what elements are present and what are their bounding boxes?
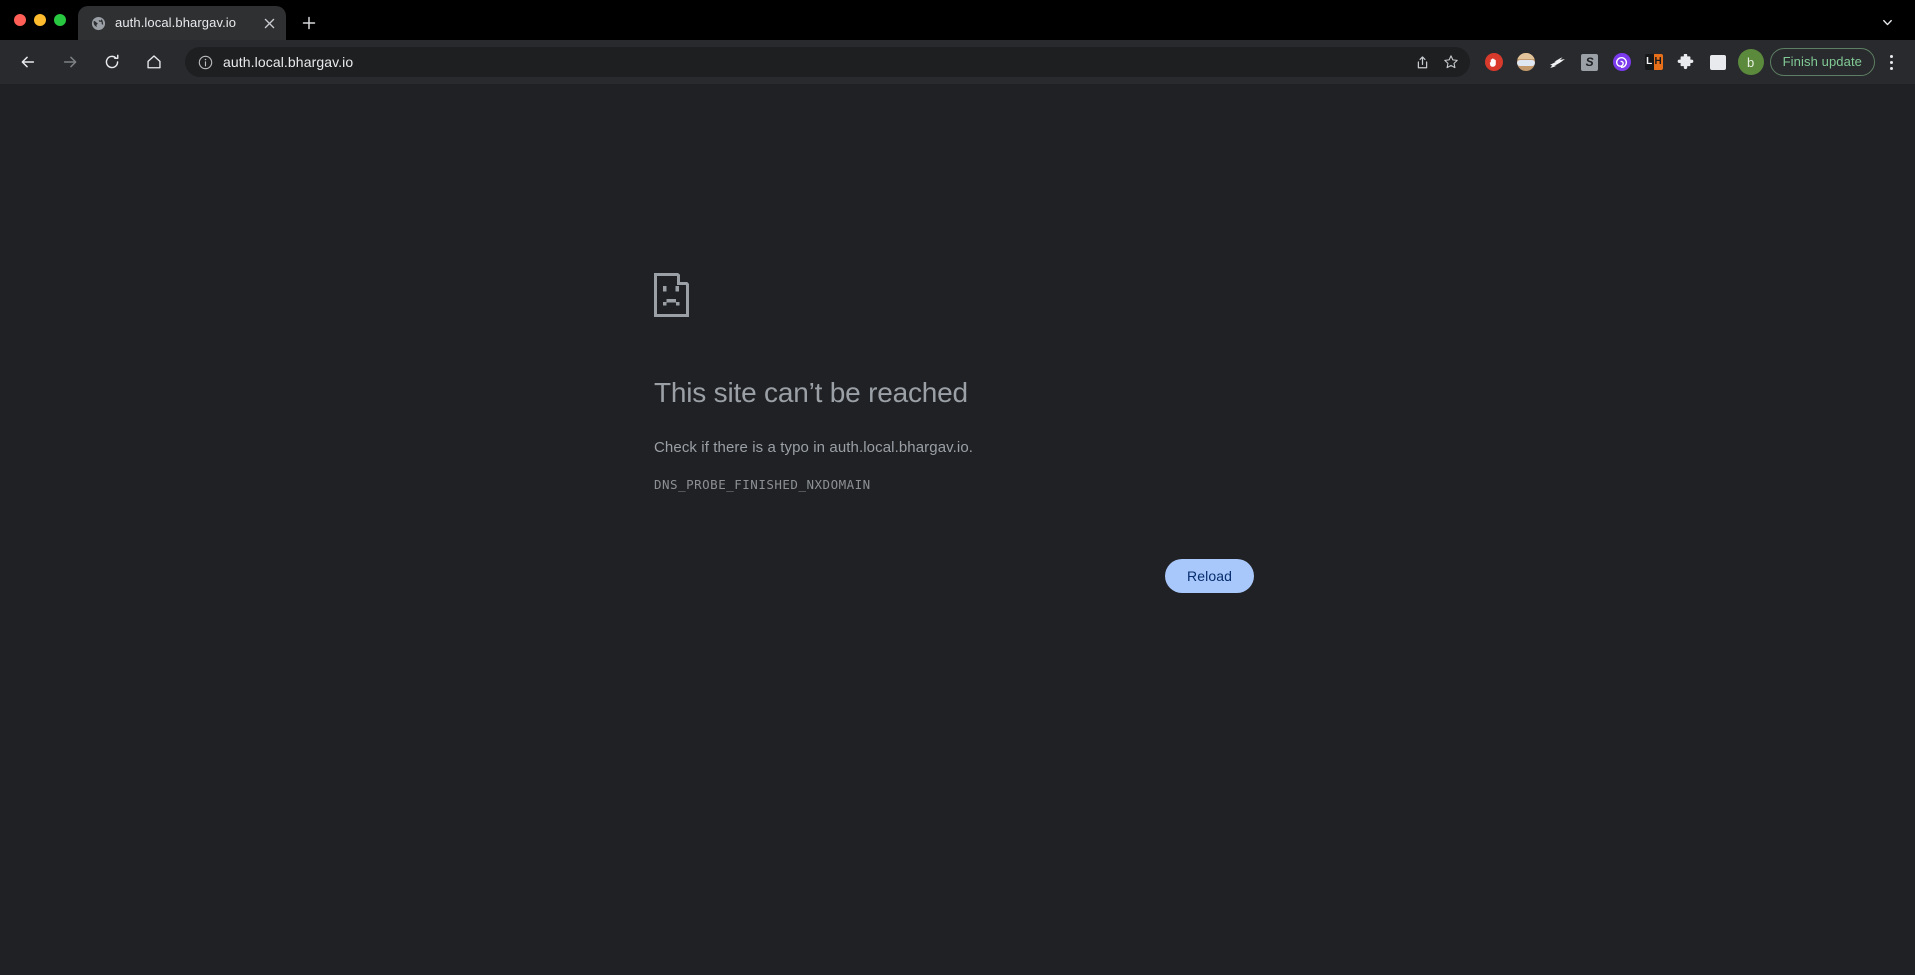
info-circle-icon[interactable] [195,52,215,72]
forward-arrow-icon[interactable] [54,46,86,78]
avatar[interactable]: b [1737,49,1764,75]
error-code: DNS_PROBE_FINISHED_NXDOMAIN [654,477,871,492]
back-arrow-icon[interactable] [12,46,44,78]
avatar-extension-icon[interactable] [1511,47,1541,77]
reload-button[interactable]: Reload [1165,559,1254,593]
tab-strip-spacer [324,0,1873,40]
browser-tab-active[interactable]: auth.local.bhargav.io [78,6,286,40]
home-icon[interactable] [138,46,170,78]
address-bar[interactable]: auth.local.bhargav.io [185,47,1470,77]
error-description: Check if there is a typo in auth.local.b… [654,439,974,456]
error-page: This site can’t be reached Check if ther… [654,273,1254,494]
side-panel-icon[interactable] [1703,47,1733,77]
s-letter: S [1581,53,1599,71]
page-viewport: This site can’t be reached Check if ther… [0,84,1915,975]
adblock-glyph [1484,53,1503,71]
reload-icon[interactable] [96,46,128,78]
star-icon[interactable] [1438,49,1464,75]
puzzle-glyph [1677,53,1695,71]
browser-toolbar: auth.local.bhargav.io S L H b Finish upd… [0,40,1915,84]
lh-extension-icon[interactable]: L H [1639,47,1669,77]
window-minimize-button[interactable] [34,14,46,26]
s-logo-icon: S [1581,53,1599,71]
tab-title: auth.local.bhargav.io [115,15,237,30]
globe-icon [90,15,106,31]
bolt-extension-icon[interactable] [1543,47,1573,77]
side-panel-glyph [1709,53,1727,71]
share-icon[interactable] [1410,49,1436,75]
chevron-down-icon[interactable] [1873,8,1901,36]
lh-left-letter: L [1644,54,1654,70]
window-maximize-button[interactable] [54,14,66,26]
window-traffic-lights [0,0,78,40]
browser-window: auth.local.bhargav.io auth.local.bhargav… [0,0,1915,975]
puzzle-icon[interactable] [1671,47,1701,77]
address-bar-url[interactable]: auth.local.bhargav.io [223,53,1408,71]
s-extension-icon[interactable]: S [1575,47,1605,77]
face-glasses-icon [1516,53,1535,71]
window-close-button[interactable] [14,14,26,26]
lh-right-letter: H [1653,54,1663,70]
tab-close-button[interactable] [260,14,278,32]
bolt-icon [1549,53,1567,71]
adblock-extension-icon[interactable] [1479,47,1509,77]
sad-page-icon [654,273,1254,322]
tab-strip: auth.local.bhargav.io [0,0,1915,40]
spiral-glyph [1612,53,1631,71]
new-tab-button[interactable] [294,8,324,38]
stop-hand-icon [1484,53,1503,71]
reload-button-row: Reload [654,559,1254,593]
spiral-extension-icon[interactable] [1607,47,1637,77]
finish-update-button[interactable]: Finish update [1769,48,1875,76]
lh-glyph: L H [1644,53,1663,71]
extension-toolbar: S L H [1478,47,1734,77]
three-dot-menu-icon[interactable] [1877,47,1905,77]
page-title: This site can’t be reached [654,377,968,408]
three-dot-glyph [1889,54,1893,70]
